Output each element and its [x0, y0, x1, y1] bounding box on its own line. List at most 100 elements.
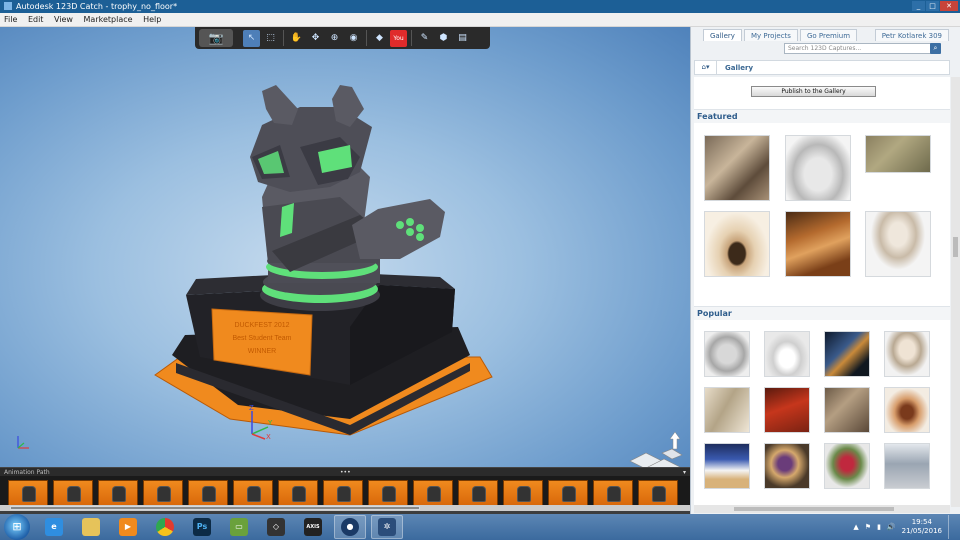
- remote-desktop-icon[interactable]: ▭: [223, 515, 255, 539]
- animation-frame-thumb[interactable]: [8, 480, 48, 506]
- internet-explorer-icon[interactable]: e: [38, 515, 70, 539]
- minimize-button[interactable]: _: [912, 1, 925, 11]
- popular-thumb[interactable]: [764, 443, 810, 489]
- 3d-viewport[interactable]: DUCKFEST 2012 Best Student Team WINNER Z…: [0, 27, 690, 467]
- featured-thumb[interactable]: [865, 135, 931, 173]
- animation-frame-thumb[interactable]: [548, 480, 588, 506]
- camera-capture-icon[interactable]: ◉: [345, 30, 362, 47]
- popular-thumb[interactable]: [884, 443, 930, 489]
- svg-text:X: X: [266, 433, 271, 441]
- plaque-line-3: WINNER: [248, 348, 276, 355]
- tab-gallery[interactable]: Gallery: [703, 29, 742, 41]
- featured-heading: Featured: [694, 109, 950, 123]
- select-icon[interactable]: ↖: [243, 29, 260, 47]
- animation-frame-thumb[interactable]: [503, 480, 543, 506]
- close-button[interactable]: ✕: [940, 1, 958, 11]
- pan-icon[interactable]: ✥: [307, 30, 324, 47]
- show-hidden-icons[interactable]: ▲: [853, 523, 858, 531]
- flag-icon[interactable]: ⚑: [865, 523, 871, 531]
- trophy-model: DUCKFEST 2012 Best Student Team WINNER Z…: [154, 85, 493, 441]
- animation-path-label: Animation Path: [4, 469, 50, 476]
- featured-thumb[interactable]: [785, 211, 851, 277]
- publish-button[interactable]: Publish to the Gallery: [751, 86, 876, 97]
- filmstrip-scrollbar[interactable]: [0, 505, 690, 511]
- app-icon: [4, 2, 12, 10]
- animation-frame-thumb[interactable]: [233, 480, 273, 506]
- mesh-icon[interactable]: ◆: [371, 30, 388, 47]
- animation-frame-thumb[interactable]: [278, 480, 318, 506]
- menu-bar: File Edit View Marketplace Help: [0, 13, 960, 27]
- featured-thumb[interactable]: [785, 135, 851, 201]
- show-desktop-button[interactable]: [948, 515, 956, 539]
- tab-go-premium[interactable]: Go Premium: [799, 29, 858, 41]
- lasso-icon[interactable]: ⬚: [262, 30, 279, 47]
- popular-thumb[interactable]: [704, 331, 750, 377]
- animation-frame-thumb[interactable]: [413, 480, 453, 506]
- menu-file[interactable]: File: [0, 13, 21, 27]
- animation-frame-thumb[interactable]: [368, 480, 408, 506]
- popular-thumb[interactable]: [764, 387, 810, 433]
- popular-thumb[interactable]: [764, 331, 810, 377]
- volume-icon[interactable]: 🔊: [887, 523, 896, 531]
- title-bar: Autodesk 123D Catch - trophy_no_floor* _…: [0, 0, 960, 13]
- popular-thumb[interactable]: [824, 387, 870, 433]
- start-button[interactable]: ⊞: [4, 514, 30, 540]
- popular-thumb[interactable]: [884, 331, 930, 377]
- system-tray: ▲ ⚑ ▮ 🔊 19:54 21/05/2016: [853, 514, 956, 540]
- popular-thumb[interactable]: [884, 387, 930, 433]
- popular-thumb[interactable]: [824, 443, 870, 489]
- media-player-icon[interactable]: ▶: [112, 515, 144, 539]
- zoom-icon[interactable]: ⊕: [326, 30, 343, 47]
- 123d-catch-icon[interactable]: ✲: [371, 515, 403, 539]
- clock-date: 21/05/2016: [901, 527, 942, 535]
- home-icon[interactable]: ⌂▾: [695, 61, 717, 74]
- youtube-icon[interactable]: You: [390, 29, 407, 47]
- featured-thumb[interactable]: [704, 211, 770, 277]
- camera-icon[interactable]: 📷: [199, 29, 233, 47]
- featured-thumb[interactable]: [704, 135, 770, 201]
- menu-help[interactable]: Help: [139, 13, 165, 27]
- animation-frame-thumb[interactable]: [323, 480, 363, 506]
- orbit-icon[interactable]: ✋: [288, 30, 305, 47]
- tab-my-projects[interactable]: My Projects: [743, 29, 798, 41]
- animation-frame-thumb[interactable]: [458, 480, 498, 506]
- maximize-button[interactable]: □: [926, 1, 939, 11]
- animation-frame-thumb[interactable]: [98, 480, 138, 506]
- unity-icon[interactable]: ◇: [260, 515, 292, 539]
- animation-frame-thumb[interactable]: [593, 480, 633, 506]
- popular-thumb[interactable]: [704, 443, 750, 489]
- network-icon[interactable]: ▮: [877, 523, 881, 531]
- corner-axes-icon: [17, 436, 29, 449]
- popular-thumb[interactable]: [824, 331, 870, 377]
- chrome-icon[interactable]: [149, 515, 181, 539]
- file-explorer-icon[interactable]: [75, 515, 107, 539]
- animation-frame-thumb[interactable]: [188, 480, 228, 506]
- cinema4d-icon[interactable]: ●: [334, 515, 366, 539]
- measure-icon[interactable]: ✎: [416, 30, 433, 47]
- plaque-line-1: DUCKFEST 2012: [234, 322, 289, 329]
- taskbar: ⊞ e ▶ Ps ▭ ◇ AXIS ● ✲ ▲ ⚑ ▮ 🔊 19:54 21/0…: [0, 514, 960, 540]
- gallery-scrollbar[interactable]: [951, 77, 960, 507]
- navigation-cube-icon[interactable]: [628, 429, 686, 467]
- search-icon[interactable]: ⌕: [930, 43, 941, 54]
- share-icon[interactable]: ▤: [454, 30, 471, 47]
- menu-marketplace[interactable]: Marketplace: [80, 13, 137, 27]
- animation-frame-thumb[interactable]: [638, 480, 678, 506]
- breadcrumb-gallery[interactable]: Gallery: [717, 64, 761, 72]
- axis-icon[interactable]: AXIS: [297, 515, 329, 539]
- clock[interactable]: 19:54 21/05/2016: [902, 518, 942, 536]
- photoshop-icon[interactable]: Ps: [186, 515, 218, 539]
- featured-thumb[interactable]: [865, 211, 931, 277]
- menu-view[interactable]: View: [50, 13, 77, 27]
- gallery-horizontal-scrollbar[interactable]: [694, 505, 950, 513]
- export-icon[interactable]: ⬢: [435, 30, 452, 47]
- popular-thumb[interactable]: [704, 387, 750, 433]
- menu-edit[interactable]: Edit: [24, 13, 48, 27]
- user-account[interactable]: Petr Kotlarek 309: [874, 29, 949, 41]
- animation-frame-thumb[interactable]: [53, 480, 93, 506]
- gallery-search-input[interactable]: Search 123D Captures...: [784, 43, 932, 54]
- animation-frame-thumb[interactable]: [143, 480, 183, 506]
- gallery-panel: Gallery My Projects Go Premium Petr Kotl…: [690, 27, 960, 514]
- clock-time: 19:54: [911, 518, 932, 526]
- animation-path-header[interactable]: Animation Path ••• ▾: [0, 467, 690, 476]
